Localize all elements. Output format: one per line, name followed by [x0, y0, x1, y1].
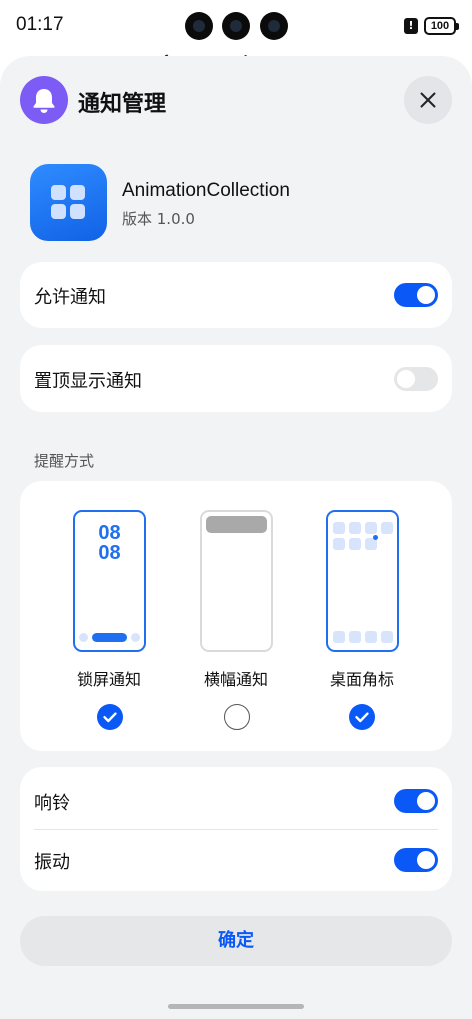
alert-icon: ! — [404, 18, 418, 34]
app-icon-cell — [51, 185, 66, 200]
close-icon — [420, 92, 436, 108]
ring-toggle[interactable] — [394, 789, 438, 813]
dock-tile — [333, 631, 345, 643]
pinned-notifications-card: 置顶显示通知 — [20, 345, 452, 412]
allow-notifications-label: 允许通知 — [34, 287, 106, 308]
lockscreen-clock: 08 08 — [75, 523, 144, 563]
app-name: AnimationCollection — [122, 180, 290, 201]
divider — [34, 829, 438, 830]
lockscreen-notification-bar — [92, 633, 127, 642]
app-tile — [365, 522, 377, 534]
camera-icon — [222, 12, 250, 40]
bell-icon — [20, 76, 68, 124]
toggle-knob — [417, 792, 435, 810]
lockscreen-preview[interactable]: 08 08 — [73, 510, 146, 652]
app-icon-cell — [51, 204, 66, 219]
app-tile — [349, 522, 361, 534]
toggle-knob — [397, 370, 415, 388]
confirm-button[interactable]: 确定 — [20, 916, 452, 966]
reminder-section-title: 提醒方式 — [34, 452, 95, 470]
allow-notifications-toggle[interactable] — [394, 283, 438, 307]
toggle-knob — [417, 851, 435, 869]
app-tile — [349, 538, 361, 550]
lockscreen-dot — [131, 633, 140, 642]
camera-icon — [185, 12, 213, 40]
badge-check[interactable] — [349, 704, 375, 730]
app-icon-cell — [70, 204, 85, 219]
ring-vibrate-card: 响铃 振动 — [20, 767, 452, 891]
checkmark-icon — [355, 712, 369, 723]
home-indicator[interactable] — [168, 1004, 304, 1009]
status-time: 01:17 — [16, 14, 64, 35]
badge-dot — [373, 535, 378, 540]
app-version: 版本 1.0.0 — [122, 210, 195, 228]
app-tile — [333, 538, 345, 550]
battery-level: 100 — [430, 20, 450, 32]
battery-icon: 100 — [424, 17, 459, 35]
app-icon — [30, 164, 107, 241]
dock-tile — [349, 631, 361, 643]
banner-check[interactable] — [224, 704, 250, 730]
close-button[interactable] — [404, 76, 452, 124]
app-icon-cell — [70, 185, 85, 200]
dock-tile — [381, 631, 393, 643]
allow-notifications-card: 允许通知 — [20, 262, 452, 328]
banner-bar — [206, 516, 267, 533]
app-tile — [333, 522, 345, 534]
sheet-title: 通知管理 — [78, 92, 167, 117]
notification-sheet: 通知管理 AnimationCollection 版本 1.0.0 允许通知 置… — [0, 56, 472, 1019]
lockscreen-label: 锁屏通知 — [76, 670, 141, 689]
ring-label: 响铃 — [34, 793, 70, 814]
reminder-styles-card: 08 08 锁屏通知 横幅通知 桌面角标 — [20, 481, 452, 751]
app-tile — [381, 522, 393, 534]
vibrate-label: 振动 — [34, 852, 70, 873]
badge-label: 桌面角标 — [329, 670, 394, 689]
lockscreen-clock-minute: 08 — [98, 542, 121, 564]
lockscreen-check[interactable] — [97, 704, 123, 730]
banner-label: 横幅通知 — [203, 670, 268, 689]
lockscreen-dot — [79, 633, 88, 642]
pinned-notifications-toggle[interactable] — [394, 367, 438, 391]
pinned-notifications-label: 置顶显示通知 — [34, 371, 142, 392]
toggle-knob — [417, 286, 435, 304]
lockscreen-clock-hour: 08 — [98, 522, 121, 544]
dock-tile — [365, 631, 377, 643]
checkmark-icon — [103, 712, 117, 723]
badge-preview[interactable] — [326, 510, 399, 652]
banner-preview[interactable] — [200, 510, 273, 652]
camera-icon — [260, 12, 288, 40]
vibrate-toggle[interactable] — [394, 848, 438, 872]
